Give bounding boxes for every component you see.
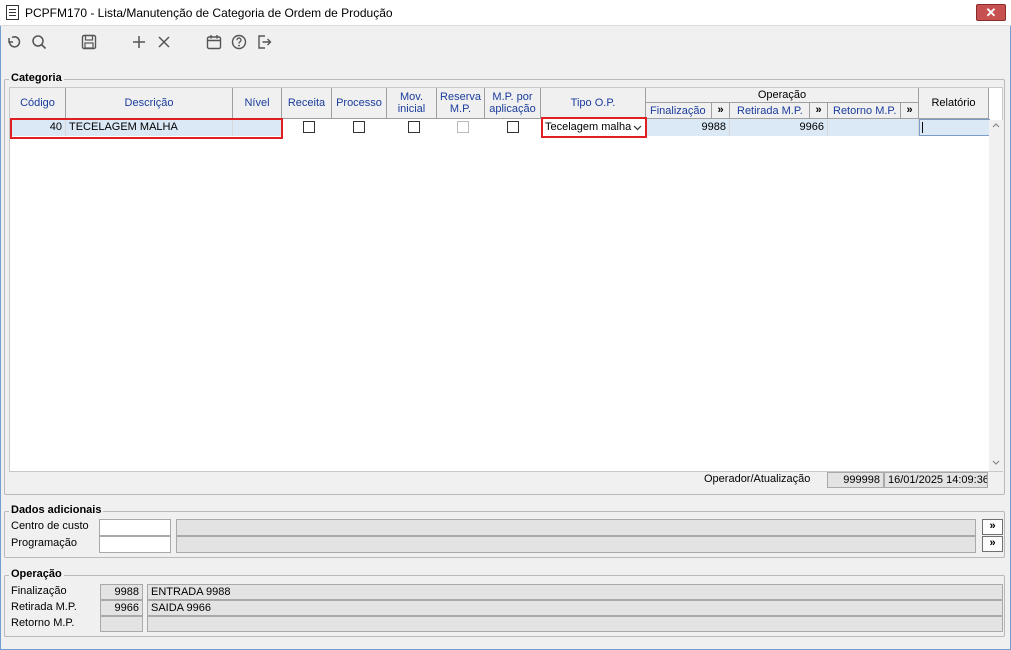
col-header-descricao[interactable]: Descrição [66, 88, 233, 119]
col-header-relatorio[interactable]: Relatório [919, 88, 989, 119]
cell-retorno[interactable] [828, 119, 919, 136]
scroll-up-icon[interactable] [992, 123, 1000, 128]
undo-icon[interactable] [4, 32, 24, 52]
op-finalizacao-label: Finalização [11, 585, 67, 597]
close-button[interactable]: ✕ [976, 4, 1006, 21]
vertical-scrollbar[interactable] [989, 120, 1003, 471]
col-header-mov-inicial-line1: Mov. [399, 91, 424, 103]
programacao-input[interactable] [99, 536, 171, 553]
operador-id: 999998 [827, 472, 884, 488]
col-header-codigo[interactable]: Código [10, 88, 66, 119]
op-finalizacao-code: 9988 [100, 584, 143, 600]
app-document-icon [6, 5, 19, 20]
col-header-retirada-label: Retirada M.P. [737, 104, 803, 117]
col-header-receita[interactable]: Receita [282, 88, 332, 119]
cell-reserva-mp [437, 119, 485, 136]
centro-custo-description [176, 519, 976, 536]
retorno-lookup-icon[interactable]: » [900, 102, 918, 119]
op-retorno-description [147, 616, 1003, 632]
programacao-description [176, 536, 976, 553]
help-icon[interactable] [229, 32, 249, 52]
op-retirada-label: Retirada M.P. [11, 601, 77, 613]
text-cursor [922, 122, 923, 133]
cell-processo [332, 119, 387, 136]
cell-finalizacao[interactable]: 9988 [646, 119, 730, 136]
op-retorno-label: Retorno M.P. [11, 617, 75, 629]
op-finalizacao-description: ENTRADA 9988 [147, 584, 1003, 600]
categoria-grid: Código Descrição Nível Receita Processo … [9, 87, 1003, 472]
cell-mp-aplicacao [485, 119, 541, 136]
col-header-finalizacao-label: Finalização [650, 104, 706, 117]
col-header-operacao: Operação [646, 88, 919, 103]
col-header-mp-aplic-line1: M.P. por [492, 91, 533, 103]
processo-checkbox[interactable] [353, 121, 365, 133]
operador-datetime: 16/01/2025 14:09:36 [884, 472, 988, 488]
op-retirada-description: SAIDA 9966 [147, 600, 1003, 616]
op-retirada-code: 9966 [100, 600, 143, 616]
col-header-mov-inicial[interactable]: Mov. inicial [387, 88, 437, 119]
col-header-nivel[interactable]: Nível [233, 88, 282, 119]
search-icon[interactable] [29, 32, 49, 52]
retirada-lookup-icon[interactable]: » [809, 102, 827, 119]
col-header-mov-inicial-line2: inicial [397, 103, 426, 115]
mov-inicial-checkbox[interactable] [408, 121, 420, 133]
operador-label: Operador/Atualização [704, 473, 811, 485]
dados-adicionais-title: Dados adicionais [9, 504, 104, 516]
scroll-down-icon[interactable] [992, 460, 1000, 465]
highlight-tipo-op [541, 117, 647, 138]
exit-icon[interactable] [254, 32, 274, 52]
op-retorno-code [100, 616, 143, 632]
categoria-title: Categoria [9, 72, 64, 84]
mp-aplicacao-checkbox[interactable] [507, 121, 519, 133]
col-header-mp-aplic-line2: aplicação [489, 103, 536, 115]
finalizacao-lookup-icon[interactable]: » [711, 102, 729, 119]
centro-custo-input[interactable] [99, 519, 171, 536]
cell-receita [282, 119, 332, 136]
col-header-processo[interactable]: Processo [332, 88, 387, 119]
programacao-lookup-button[interactable]: » [982, 536, 1003, 552]
col-header-reserva-line1: Reserva [440, 91, 481, 103]
window-title: PCPFM170 - Lista/Manutenção de Categoria… [25, 6, 393, 20]
col-header-tipo-op[interactable]: Tipo O.P. [541, 88, 646, 119]
cell-mov-inicial [387, 119, 437, 136]
col-header-retorno[interactable]: Retorno M.P. » [828, 102, 919, 119]
col-header-finalizacao[interactable]: Finalização » [646, 102, 730, 119]
highlight-codigo-descricao [10, 118, 283, 139]
col-header-reserva-mp[interactable]: Reserva M.P. [437, 88, 485, 119]
cell-relatorio[interactable] [919, 119, 990, 136]
cell-retirada[interactable]: 9966 [730, 119, 828, 136]
col-header-reserva-line2: M.P. [449, 103, 472, 115]
save-icon[interactable] [79, 32, 99, 52]
col-header-retirada[interactable]: Retirada M.P. » [730, 102, 828, 119]
add-icon[interactable] [129, 32, 149, 52]
delete-icon[interactable] [154, 32, 174, 52]
col-header-retorno-label: Retorno M.P. [833, 104, 897, 117]
col-header-mp-aplicacao[interactable]: M.P. por aplicação [485, 88, 541, 119]
reserva-mp-checkbox [457, 121, 469, 133]
operacao-title: Operação [9, 568, 64, 580]
centro-custo-lookup-button[interactable]: » [982, 519, 1003, 535]
receita-checkbox[interactable] [303, 121, 315, 133]
calendar-icon[interactable] [204, 32, 224, 52]
programacao-label: Programação [11, 537, 78, 549]
centro-custo-label: Centro de custo [11, 520, 89, 532]
